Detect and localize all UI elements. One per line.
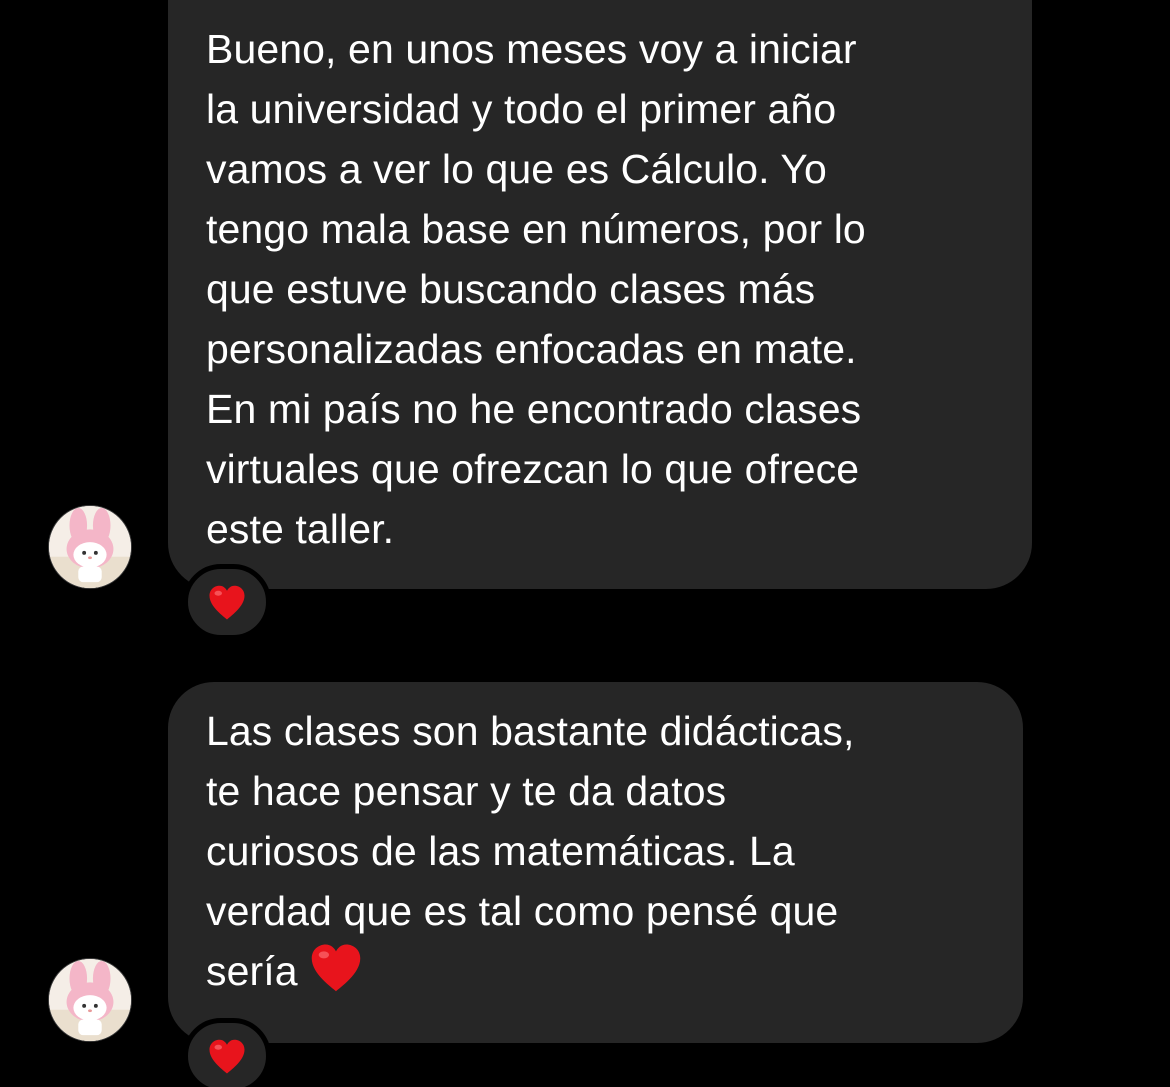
message-line: la universidad y todo el primer año: [206, 86, 837, 132]
message-bubble[interactable]: Bueno, en unos meses voy a iniciar la un…: [168, 0, 1032, 589]
message-line: este taller.: [206, 506, 395, 552]
message-line-last: sería: [206, 941, 987, 1001]
message-line: Bueno, en unos meses voy a iniciar: [206, 26, 857, 72]
message-line: tengo mala base en números, por lo: [206, 206, 866, 252]
heart-icon: [209, 1039, 245, 1074]
message-line: vamos a ver lo que es Cálculo. Yo: [206, 146, 827, 192]
my-melody-avatar-icon[interactable]: [48, 958, 132, 1042]
message-line: personalizadas enfocadas en mate.: [206, 326, 857, 372]
reaction-badge[interactable]: [183, 564, 271, 640]
message-line: verdad que es tal como pensé que: [206, 888, 839, 934]
chat-screen: Bueno, en unos meses voy a iniciar la un…: [0, 0, 1170, 1087]
my-melody-avatar-icon[interactable]: [48, 505, 132, 589]
heart-emoji-icon: [311, 944, 360, 992]
message-line: te hace pensar y te da datos: [206, 768, 727, 814]
heart-icon: [209, 585, 245, 620]
reaction-badge[interactable]: [183, 1018, 271, 1087]
message-line: que estuve buscando clases más: [206, 266, 816, 312]
message-bubble[interactable]: Las clases son bastante didácticas, te h…: [168, 682, 1023, 1043]
message-line: Las clases son bastante didácticas,: [206, 708, 855, 754]
message-text: sería: [206, 948, 298, 994]
message-line: En mi país no he encontrado clases: [206, 386, 862, 432]
message-line: curiosos de las matemáticas. La: [206, 828, 795, 874]
message-line: virtuales que ofrezcan lo que ofrece: [206, 446, 860, 492]
